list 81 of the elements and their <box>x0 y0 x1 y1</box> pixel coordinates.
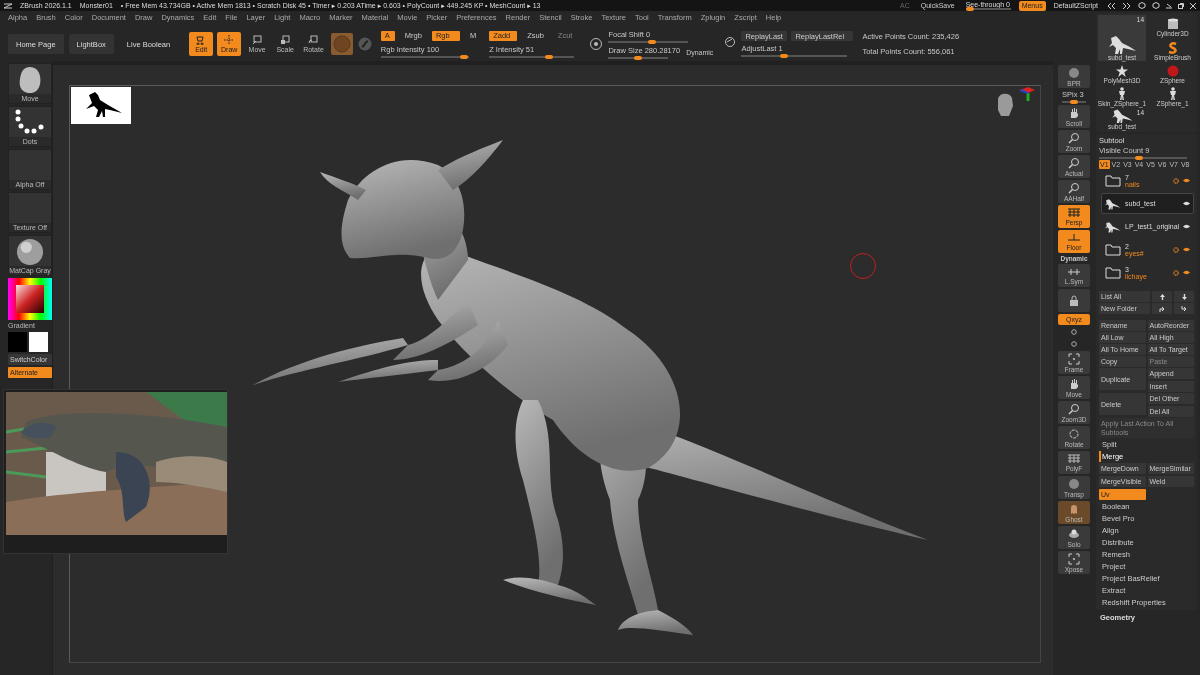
brush-blob-icon <box>17 66 43 94</box>
arrow-down-icon <box>1181 293 1187 300</box>
slider[interactable] <box>608 56 669 59</box>
slider-thumb[interactable] <box>634 55 643 60</box>
frame-icon <box>1068 352 1080 365</box>
eye-icon[interactable] <box>1183 247 1191 252</box>
figure-icon <box>1167 87 1178 100</box>
edit-icon <box>196 35 207 45</box>
frame-icon <box>1068 552 1080 565</box>
secondary-color-swatch[interactable] <box>29 332 48 352</box>
slider[interactable] <box>608 40 689 43</box>
app-logo-icon <box>4 2 12 9</box>
arrow-up-icon <box>1159 293 1165 300</box>
gear-icon <box>1173 246 1180 253</box>
move-out-button[interactable] <box>1174 303 1194 314</box>
arrows-icon[interactable] <box>1122 2 1132 9</box>
ghost-icon <box>1068 502 1080 515</box>
magnifier-icon <box>1068 131 1080 144</box>
eye-icon[interactable] <box>1183 224 1191 229</box>
shelf-button[interactable] <box>1058 289 1090 312</box>
solo-icon <box>1068 527 1080 540</box>
dinosaur-icon <box>1105 197 1121 210</box>
rotate-icon <box>308 35 319 45</box>
move-down-button[interactable] <box>1174 291 1194 302</box>
turn-arrow-icon <box>1181 305 1187 312</box>
squiggle-icon <box>1166 41 1179 54</box>
rotate-icon <box>1068 427 1080 440</box>
sphere-icon <box>1068 477 1080 490</box>
folder-icon <box>1105 174 1121 187</box>
minimize-icon[interactable] <box>1166 2 1172 9</box>
slider[interactable] <box>489 55 575 58</box>
slider-thumb[interactable] <box>779 54 788 58</box>
folder-icon <box>1105 243 1121 256</box>
grid-icon <box>1067 207 1081 218</box>
small-view-button[interactable] <box>1068 327 1080 337</box>
magnifier-icon <box>1068 402 1080 415</box>
slider-thumb[interactable] <box>544 54 553 59</box>
hand-icon <box>1068 377 1080 390</box>
dinosaur-icon <box>1105 220 1121 233</box>
eye-icon[interactable] <box>1183 178 1191 183</box>
dots-icon <box>14 109 46 135</box>
hand-icon <box>1068 106 1080 119</box>
restore-icon[interactable] <box>1178 2 1184 9</box>
lock-icon <box>1068 294 1080 307</box>
magnifier-icon <box>1068 181 1080 194</box>
star-icon <box>1116 65 1128 77</box>
gear-icon <box>1173 177 1180 184</box>
slider-thumb[interactable] <box>1134 156 1143 160</box>
silhouette-thumbnail <box>71 87 131 124</box>
move-up-button[interactable] <box>1152 291 1172 302</box>
slider-thumb[interactable] <box>965 7 974 11</box>
figure-icon <box>1117 87 1127 100</box>
sphere-icon <box>1166 65 1179 77</box>
gear-icon <box>1173 269 1180 276</box>
slider[interactable] <box>380 55 469 58</box>
eye-icon[interactable] <box>1183 270 1191 275</box>
slider-thumb[interactable] <box>1070 100 1078 104</box>
scale-icon <box>280 35 291 45</box>
move-in-button[interactable] <box>1152 303 1172 314</box>
turn-arrow-icon <box>1159 305 1165 312</box>
close-icon[interactable] <box>1190 2 1196 9</box>
grid-icon <box>1067 453 1081 464</box>
brush-cursor-icon <box>849 252 877 280</box>
sphere-icon <box>1068 66 1080 79</box>
slider-thumb[interactable] <box>648 39 657 44</box>
primary-color-swatch[interactable] <box>8 332 27 352</box>
eye-icon[interactable] <box>1183 201 1191 206</box>
move-icon <box>252 35 263 45</box>
symmetry-icon <box>1067 266 1081 277</box>
cylinder-icon <box>1165 18 1180 30</box>
magnifier-icon <box>1068 156 1080 169</box>
folder-icon <box>1105 266 1121 279</box>
material-swatch-icon[interactable] <box>330 33 353 55</box>
crosshair-icon <box>224 35 235 45</box>
small-view-button[interactable] <box>1068 339 1080 349</box>
floor-icon <box>1067 232 1081 243</box>
dinosaur-icon <box>1107 34 1137 54</box>
matcap-sphere-icon <box>14 238 46 266</box>
arrows-icon[interactable] <box>1106 2 1116 9</box>
color-picker[interactable] <box>8 278 52 320</box>
slider-thumb[interactable] <box>460 54 469 59</box>
